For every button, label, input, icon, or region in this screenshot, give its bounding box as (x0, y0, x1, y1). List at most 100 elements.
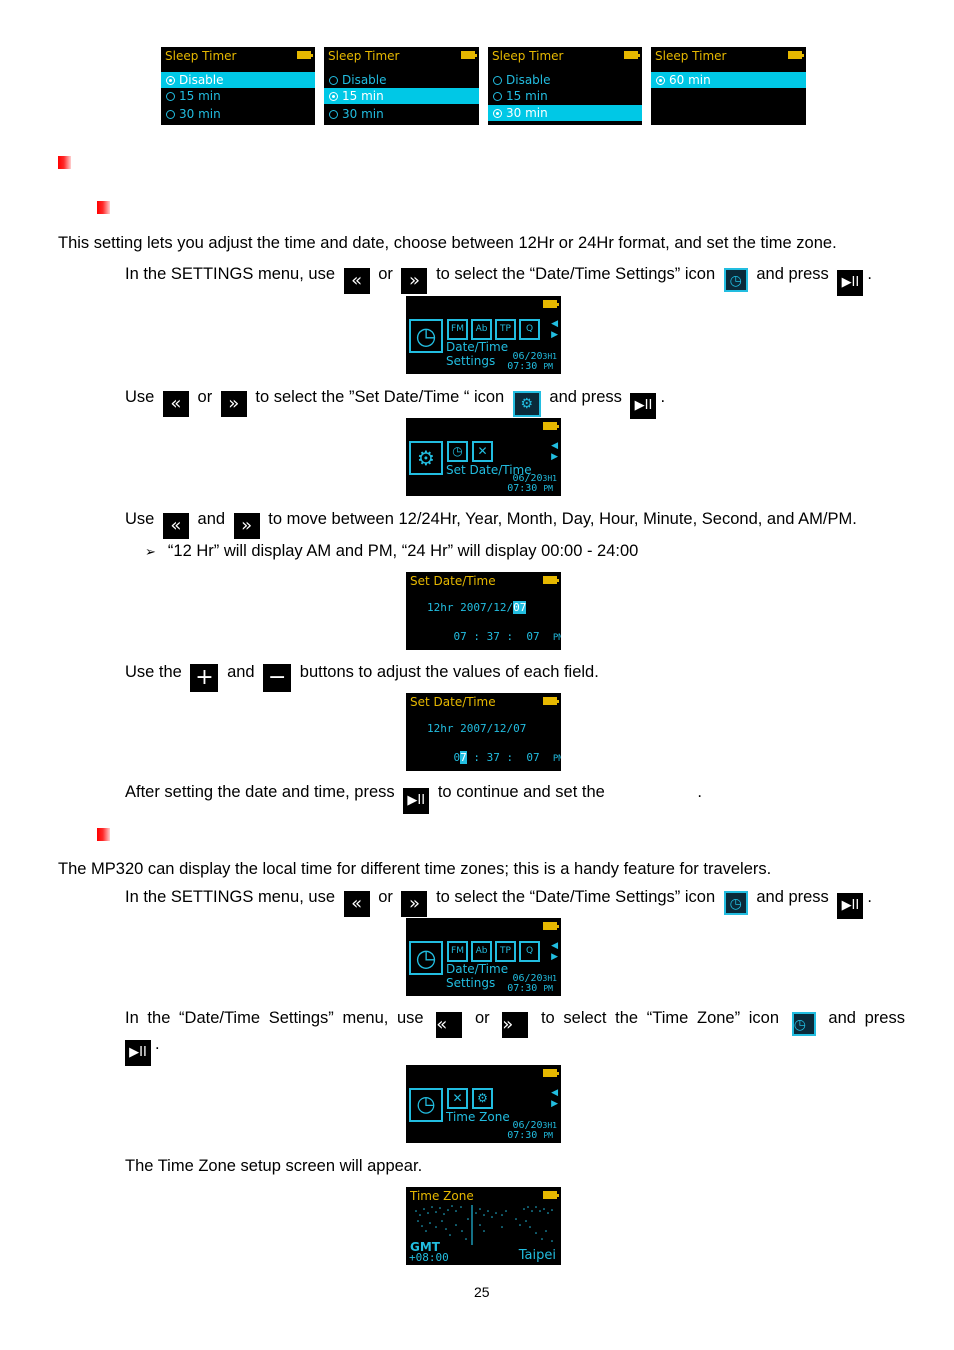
date-line: 12hr 2007/12/07 (427, 722, 526, 735)
hour-field: 07 (453, 630, 467, 643)
radio-icon (493, 76, 502, 85)
step-select-datetime-2: In the SETTINGS menu, use « or » to sele… (125, 887, 872, 919)
battery-icon (543, 1191, 559, 1199)
option-15min: 15 min (488, 88, 642, 104)
step-text: Use (125, 388, 155, 406)
note-12hr-24hr: ➢ “12 Hr” will display AM and PM, “24 Hr”… (145, 541, 638, 563)
step-text: . (660, 388, 666, 406)
second-field: 07 (526, 751, 540, 764)
arrow-bullet-icon: ➢ (145, 545, 156, 560)
option-30min: 30 min (488, 105, 642, 121)
prev-key-icon: « (343, 891, 370, 917)
gmt-offset: +08:00 (409, 1251, 449, 1264)
radio-icon (329, 110, 338, 119)
ampm: PM (543, 984, 553, 993)
step-text: to continue and set the (437, 783, 605, 801)
time: 07:30 (507, 983, 538, 994)
sub-label: 3H1 (542, 474, 557, 483)
step-text: and press (549, 388, 622, 406)
radio-icon (493, 109, 502, 118)
battery-icon (624, 51, 640, 59)
step-adjust-values: Use the + and − buttons to adjust the va… (125, 662, 599, 692)
battery-icon (543, 576, 559, 584)
time-line: 07 : 37 : 07 PM (427, 738, 561, 771)
minus-key-icon: − (263, 664, 292, 692)
left-arrow-icon: ◀ (551, 441, 558, 451)
next-key-icon: » (502, 1012, 529, 1038)
option-30min: 30 min (324, 106, 479, 122)
map-icon: ✕ (447, 1088, 468, 1109)
sub-label: 3H1 (542, 974, 557, 983)
set-datetime-menu-screen: ⚙ ◷ ✕ ◀ ▶ Set Date/Time 06/203H1 07:30 P… (406, 418, 561, 496)
step-text: In the SETTINGS menu, use (125, 888, 336, 906)
step-continue: After setting the date and time, press ▶… (125, 782, 702, 814)
play-pause-key-icon: ▶II (125, 1040, 151, 1066)
next-key-icon: » (401, 891, 428, 917)
time-line: 07 : 37 : 07 PM (427, 617, 562, 650)
subsection-bullet (97, 828, 110, 841)
step-text: In the SETTINGS menu, use (125, 265, 336, 283)
ampm: PM (543, 484, 553, 493)
battery-icon (461, 51, 477, 59)
clock-icon: ◷ (723, 268, 748, 292)
time: 07:30 (507, 483, 538, 494)
step-text: In the “Date/Time Settings” menu, use (125, 1009, 424, 1027)
sub-label: 3H1 (542, 1121, 557, 1130)
screen-title: Set Date/Time (410, 574, 496, 588)
screen-title: Set Date/Time (410, 695, 496, 709)
screen-title: Sleep Timer (328, 49, 400, 63)
plus-key-icon: + (190, 664, 219, 692)
city-label: Taipei (518, 1248, 556, 1263)
eq-icon: Q (519, 941, 540, 962)
right-arrow-icon: ▶ (551, 330, 558, 340)
step-text: Use the (125, 663, 182, 681)
play-pause-key-icon: ▶II (630, 393, 657, 419)
time-readout: 07:30 PM (507, 984, 553, 994)
step-text: After setting the date and time, press (125, 783, 395, 801)
left-arrow-icon: ◀ (551, 941, 558, 951)
set-datetime-screen-day-selected: Set Date/Time 12hr 2007/12/07 07 : 37 : … (406, 572, 561, 650)
sleep-timer-screen-3: Sleep Timer Disable 15 min 30 min (488, 47, 642, 125)
radio-icon (166, 92, 175, 101)
option-label: 30 min (506, 106, 548, 120)
option-disable: Disable (488, 72, 642, 88)
sub-label: 3H1 (542, 352, 557, 361)
battery-icon (543, 422, 559, 430)
prev-key-icon: « (436, 1012, 463, 1038)
option-label: Disable (342, 73, 387, 87)
mtp-icon: TP (495, 319, 516, 340)
radio-icon (329, 92, 338, 101)
radio-icon (656, 76, 665, 85)
step-text: . (867, 265, 872, 283)
step-select-set-datetime: Use « or » to select the ”Set Date/Time … (125, 387, 665, 419)
sleep-timer-screen-4: Sleep Timer 60 min (651, 47, 806, 125)
time-readout: 07:30 PM (507, 362, 553, 372)
step-text: or (197, 388, 213, 406)
set-datetime-icon: ⚙ (512, 391, 541, 417)
hour-cursor-digit: 7 (460, 751, 467, 764)
format-field: 12hr (427, 601, 454, 614)
mtp-icon: TP (495, 941, 516, 962)
section-bullet (58, 156, 71, 169)
right-arrow-icon: ▶ (551, 1099, 558, 1109)
date-line: 12hr 2007/12/07 (427, 601, 527, 614)
radio-icon (493, 92, 502, 101)
second-field: 07 (526, 630, 540, 643)
clock-icon: ◷ (409, 941, 443, 975)
step-text: or (378, 265, 393, 283)
step-select-datetime: In the SETTINGS menu, use « or » to sele… (125, 264, 872, 296)
option-30min: 30 min (161, 106, 315, 122)
step-text: . (155, 1035, 160, 1053)
option-label: 30 min (342, 107, 384, 121)
step-text: buttons to adjust the values of each fie… (299, 663, 599, 681)
option-label: Disable (179, 73, 224, 87)
year-month-field: 2007/12/ (460, 601, 514, 614)
right-arrow-icon: ▶ (551, 452, 558, 462)
abc-icon: Ab (471, 941, 492, 962)
radio-icon (166, 110, 175, 119)
option-label: 15 min (342, 89, 384, 103)
option-label: 60 min (669, 73, 711, 87)
step-text: to select the “Date/Time Settings” icon (436, 888, 716, 906)
step-timezone-appears: The Time Zone setup screen will appear. (125, 1157, 423, 1175)
step-text: to move between 12/24Hr, Year, Month, Da… (268, 510, 857, 528)
